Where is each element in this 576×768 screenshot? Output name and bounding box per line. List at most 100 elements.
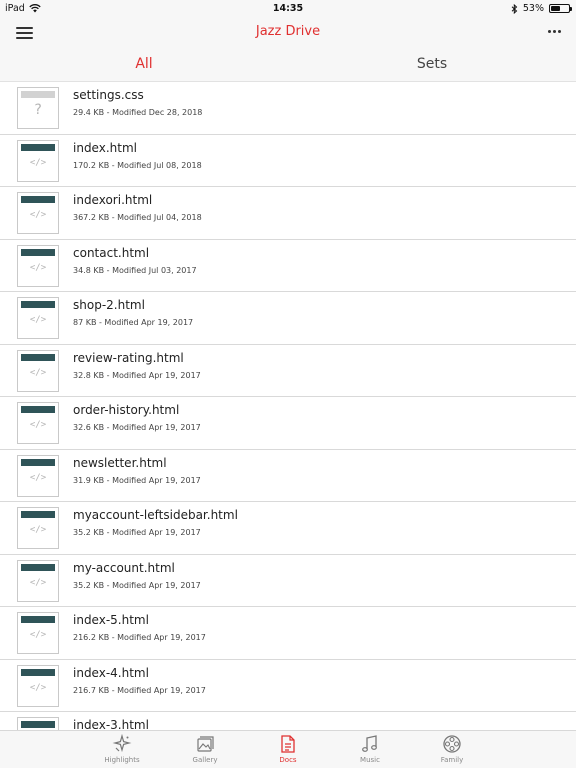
- file-row[interactable]: </> indexori.html 367.2 KB - Modified Jul …: [0, 187, 576, 240]
- code-glyph: </>: [29, 682, 47, 693]
- html-file-icon: </>: [17, 454, 59, 497]
- code-glyph: </>: [29, 420, 47, 430]
- tab-label: Family: [440, 756, 464, 764]
- segment-control: All Sets: [0, 48, 576, 82]
- code-glyph: </>: [29, 525, 47, 535]
- file-row[interactable]: </> index.html 170.2 KB - Modified Jul 08,…: [0, 135, 576, 187]
- code-glyph: </>: [29, 367, 47, 378]
- file-row[interactable]: </> myaccount-leftsidebar.html 35.2 KB - M…: [0, 502, 576, 555]
- file-row[interactable]: ? settings.css 29.4 KB - Modified Dec 28, …: [0, 82, 576, 135]
- file-meta: 87 KB - Modified Apr 19, 2017: [73, 318, 194, 327]
- file-name: index-4.html: [73, 665, 149, 680]
- tab-music[interactable]: Music: [335, 734, 405, 764]
- status-time: 14:35: [272, 3, 304, 14]
- file-name: newsletter.html: [73, 455, 167, 470]
- tab-label: Docs: [279, 756, 297, 764]
- file-name: index-5.html: [73, 613, 149, 627]
- file-meta: 32.6 KB - Modified Apr 19, 2017: [73, 423, 201, 432]
- battery-level: [551, 6, 560, 11]
- film-reel-icon: [443, 735, 461, 753]
- code-glyph: </>: [29, 157, 47, 168]
- tab-docs[interactable]: Docs: [253, 734, 323, 764]
- battery-percent: 53%: [522, 3, 544, 14]
- tab-family[interactable]: Family: [417, 734, 487, 764]
- sparkle-icon: [112, 734, 132, 753]
- thumbnail-header-bar: [21, 616, 55, 623]
- file-row[interactable]: </> order-history.html 32.6 KB - Modified …: [0, 397, 576, 450]
- app-title: Jazz Drive: [255, 24, 321, 39]
- bluetooth-icon: [511, 3, 518, 14]
- file-meta: 216.2 KB - Modified Apr 19, 2017: [73, 633, 206, 642]
- thumbnail-header-bar: [21, 668, 55, 676]
- file-name: indexori.html: [73, 193, 153, 207]
- html-file-icon: </>: [17, 612, 59, 654]
- code-glyph: </>: [29, 262, 47, 273]
- unknown-file-icon: ?: [17, 87, 59, 129]
- thumbnail-header-bar: [21, 511, 55, 518]
- file-meta: 216.7 KB - Modified Apr 19, 2017: [73, 685, 206, 695]
- file-meta: 170.2 KB - Modified Jul 08, 2018: [73, 160, 202, 170]
- tab-highlights[interactable]: Highlights: [87, 734, 157, 764]
- file-name: order-history.html: [73, 403, 180, 417]
- thumbnail-header-bar: [21, 91, 55, 98]
- code-glyph: </>: [29, 630, 47, 640]
- file-row[interactable]: </> newsletter.html 31.9 KB - Modified Apr…: [0, 450, 576, 502]
- file-name: shop-2.html: [73, 298, 145, 312]
- code-glyph: </>: [29, 472, 47, 483]
- thumbnail-header-bar: [21, 301, 55, 308]
- file-row[interactable]: </> review-rating.html 32.8 KB - Modified …: [0, 345, 576, 397]
- file-meta: 31.9 KB - Modified Apr 19, 2017: [73, 475, 201, 485]
- music-note-icon: [362, 735, 377, 752]
- tab-label: Gallery: [192, 756, 218, 764]
- file-row[interactable]: </> index-5.html 216.2 KB - Modified Apr 1…: [0, 607, 576, 660]
- tab-label: Highlights: [104, 756, 140, 764]
- file-meta: 367.2 KB - Modified Jul 04, 2018: [73, 213, 202, 222]
- html-file-icon: </>: [17, 402, 59, 444]
- file-name: contact.html: [73, 245, 150, 260]
- code-glyph: </>: [29, 315, 47, 325]
- document-icon: [281, 735, 295, 753]
- thumbnail-header-bar: [21, 196, 55, 203]
- html-file-icon: </>: [17, 244, 59, 287]
- file-row[interactable]: </> shop-2.html 87 KB - Modified Apr 19, 2…: [0, 292, 576, 345]
- html-file-icon: </>: [17, 349, 59, 392]
- file-meta: 34.8 KB - Modified Jul 03, 2017: [73, 265, 197, 275]
- file-meta: 35.2 KB - Modified Apr 19, 2017: [73, 580, 201, 590]
- file-list: ? settings.css 29.4 KB - Modified Dec 28, …: [0, 82, 576, 732]
- question-mark-glyph: ?: [33, 102, 43, 118]
- file-meta: 29.4 KB - Modified Dec 28, 2018: [73, 108, 203, 117]
- file-name: myaccount-leftsidebar.html: [73, 508, 238, 522]
- gallery-icon: [197, 736, 214, 752]
- tab-sets[interactable]: Sets: [288, 48, 576, 81]
- file-meta: 32.8 KB - Modified Apr 19, 2017: [73, 370, 201, 380]
- battery-icon: [549, 4, 572, 13]
- thumbnail-header-bar: [21, 143, 55, 151]
- file-name: settings.css: [73, 88, 144, 102]
- thumbnail-header-bar: [21, 406, 55, 413]
- file-meta: 35.2 KB - Modified Apr 19, 2017: [73, 528, 201, 537]
- status-right: 53%: [511, 3, 572, 14]
- file-row[interactable]: </>index-3.html: [0, 712, 576, 732]
- html-file-icon: </>: [17, 192, 59, 234]
- html-file-icon: </>: [17, 297, 59, 339]
- status-bar: iPad 14:35 53%: [0, 0, 576, 18]
- html-file-icon: </>: [17, 139, 59, 182]
- file-name: review-rating.html: [73, 350, 184, 365]
- tab-all[interactable]: All: [0, 48, 288, 81]
- file-name: my-account.html: [73, 560, 175, 575]
- html-file-icon: </>: [17, 559, 59, 602]
- html-file-icon: </>: [17, 507, 59, 549]
- tab-label: Music: [360, 756, 380, 764]
- thumbnail-header-bar: [21, 563, 55, 571]
- thumbnail-header-bar: [21, 353, 55, 361]
- file-name: index.html: [73, 140, 137, 155]
- file-row[interactable]: </> contact.html 34.8 KB - Modified Jul 03…: [0, 240, 576, 292]
- thumbnail-header-bar: [21, 721, 55, 728]
- more-options-icon[interactable]: [548, 30, 561, 33]
- file-row[interactable]: </> my-account.html 35.2 KB - Modified Apr…: [0, 555, 576, 607]
- code-glyph: </>: [29, 577, 47, 588]
- thumbnail-header-bar: [21, 248, 55, 256]
- file-row[interactable]: </> index-4.html 216.7 KB - Modified Apr 1…: [0, 660, 576, 712]
- bottom-tab-bar: Highlights Gallery Docs Music Family: [0, 730, 576, 768]
- tab-gallery[interactable]: Gallery: [170, 734, 240, 764]
